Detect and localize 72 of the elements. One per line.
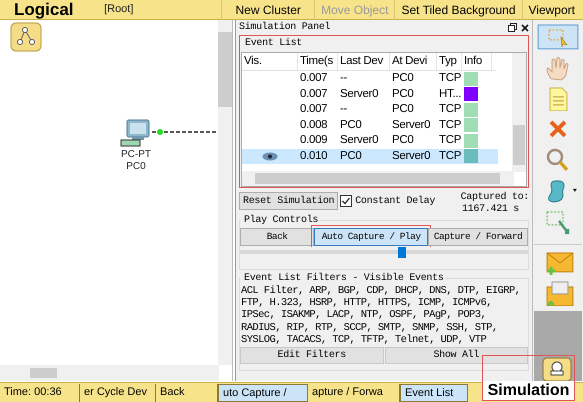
column-header[interactable]: Time(s bbox=[298, 52, 338, 70]
horizontal-scrollbar[interactable] bbox=[242, 171, 514, 186]
table-cell-text: PC0 bbox=[391, 102, 414, 118]
reset-simulation-button[interactable]: Reset Simulation bbox=[239, 192, 338, 210]
table-cell-text: TCP bbox=[438, 71, 462, 86]
filter-list: ACL Filter, ARP, BGP, CDP, DHCP, DNS, DTP, EIGRP, FTP, H.323, HSRP, HTTP, HTTPS, ICMP, ICMPv6, IPSec, ISAKMP, LACP, NTP, OSPF, PAgP, POP3, RADIUS, RIP, RTP, SCCP, SMTP, SNMP, SSH, STP, SYSLOG, TACACS, TCP, TFTP, Telnet, UDP, VTP bbox=[240, 285, 528, 346]
restore-icon[interactable] bbox=[508, 23, 517, 32]
table-cell-text: 0.010 bbox=[299, 148, 328, 164]
table-cell-text: 0.007 bbox=[299, 86, 328, 102]
vertical-scrollbar[interactable] bbox=[218, 20, 232, 365]
logical-view-icon[interactable] bbox=[10, 22, 42, 52]
close-icon[interactable] bbox=[521, 24, 529, 32]
table-cell-text: PC0 bbox=[339, 148, 362, 164]
select-icon[interactable] bbox=[537, 24, 579, 50]
status-button[interactable]: uto Capture / bbox=[218, 384, 308, 402]
table-cell-text: TCP bbox=[438, 133, 462, 148]
event-row[interactable]: 0.010 PC0 Server0 TCP bbox=[242, 148, 498, 164]
table-cell-text: TCP bbox=[438, 148, 462, 164]
event-row[interactable]: 0.007 -- PC0 TCP bbox=[242, 71, 498, 86]
table-cell-text: 0.007 bbox=[299, 102, 328, 118]
event-row[interactable]: 0.007 Server0 PC0 HT... bbox=[242, 86, 498, 102]
constant-delay-checkbox[interactable] bbox=[340, 195, 352, 207]
time-label: Time: 00:36 bbox=[0, 384, 80, 402]
path-label: [Root] bbox=[104, 2, 134, 18]
panel-title: Simulation Panel bbox=[239, 20, 330, 35]
table-cell-text: 0.009 bbox=[299, 133, 328, 148]
device-name-label: PC0 bbox=[126, 161, 146, 173]
status-button[interactable]: Event List bbox=[400, 384, 468, 402]
simulation-mode-tab[interactable]: Simulation bbox=[483, 381, 574, 400]
table-cell-text: PC0 bbox=[339, 118, 362, 133]
table-cell-text: Server0 bbox=[391, 148, 432, 164]
view-title: Logical bbox=[13, 1, 75, 18]
network-link[interactable] bbox=[152, 129, 218, 135]
table-cell-text: PC0 bbox=[391, 71, 414, 86]
table-cell-text: HT... bbox=[438, 86, 462, 102]
column-header[interactable]: Info bbox=[462, 52, 492, 70]
event-row[interactable]: 0.007 -- PC0 TCP bbox=[242, 102, 498, 118]
checkbox-label: Constant Delay bbox=[355, 194, 436, 209]
table-cell-text: 0.007 bbox=[299, 71, 328, 86]
horizontal-scrollbar[interactable] bbox=[0, 365, 219, 381]
table-cell-text: TCP bbox=[438, 118, 462, 133]
column-header[interactable]: Vis. bbox=[242, 52, 298, 70]
group-title: Event List bbox=[244, 38, 304, 50]
status-button[interactable]: er Cycle Dev bbox=[80, 384, 156, 402]
play-control-button[interactable]: Back bbox=[240, 228, 314, 246]
vertical-scrollbar[interactable] bbox=[512, 53, 526, 172]
play-control-button[interactable]: Capture / Forward bbox=[428, 228, 528, 246]
slider-thumb[interactable] bbox=[398, 247, 406, 258]
column-header[interactable]: Typ bbox=[437, 52, 462, 70]
event-row[interactable]: 0.008 PC0 Server0 TCP bbox=[242, 118, 498, 133]
device-model-label: PC-PT bbox=[121, 149, 151, 161]
event-row[interactable]: 0.009 Server0 PC0 TCP bbox=[242, 133, 498, 148]
speed-slider[interactable] bbox=[240, 247, 528, 258]
table-cell-text: PC0 bbox=[391, 86, 414, 102]
captured-label: Captured to: bbox=[460, 192, 529, 204]
column-header[interactable]: At Devi bbox=[390, 52, 437, 70]
table-cell-text: -- bbox=[339, 71, 348, 86]
pc-icon[interactable] bbox=[120, 119, 152, 147]
filter-button[interactable]: Show All bbox=[384, 347, 528, 364]
play-control-button[interactable]: Auto Capture / Play bbox=[314, 228, 428, 246]
group-title: Play Controls bbox=[240, 215, 318, 227]
table-cell-text: Server0 bbox=[391, 118, 432, 133]
table-cell-text: TCP bbox=[438, 102, 462, 118]
captured-value: 1167.421 s bbox=[462, 204, 520, 216]
table-cell-text: 0.008 bbox=[299, 118, 328, 133]
table-cell-text: -- bbox=[339, 102, 348, 118]
table-cell-text: Server0 bbox=[339, 86, 380, 102]
column-header[interactable]: Last Dev bbox=[338, 52, 390, 70]
simulation-mode-icon[interactable] bbox=[542, 357, 572, 381]
table-cell-text: Server0 bbox=[339, 133, 380, 148]
table-cell-text: PC0 bbox=[391, 133, 414, 148]
filter-button[interactable]: Edit Filters bbox=[240, 347, 384, 364]
